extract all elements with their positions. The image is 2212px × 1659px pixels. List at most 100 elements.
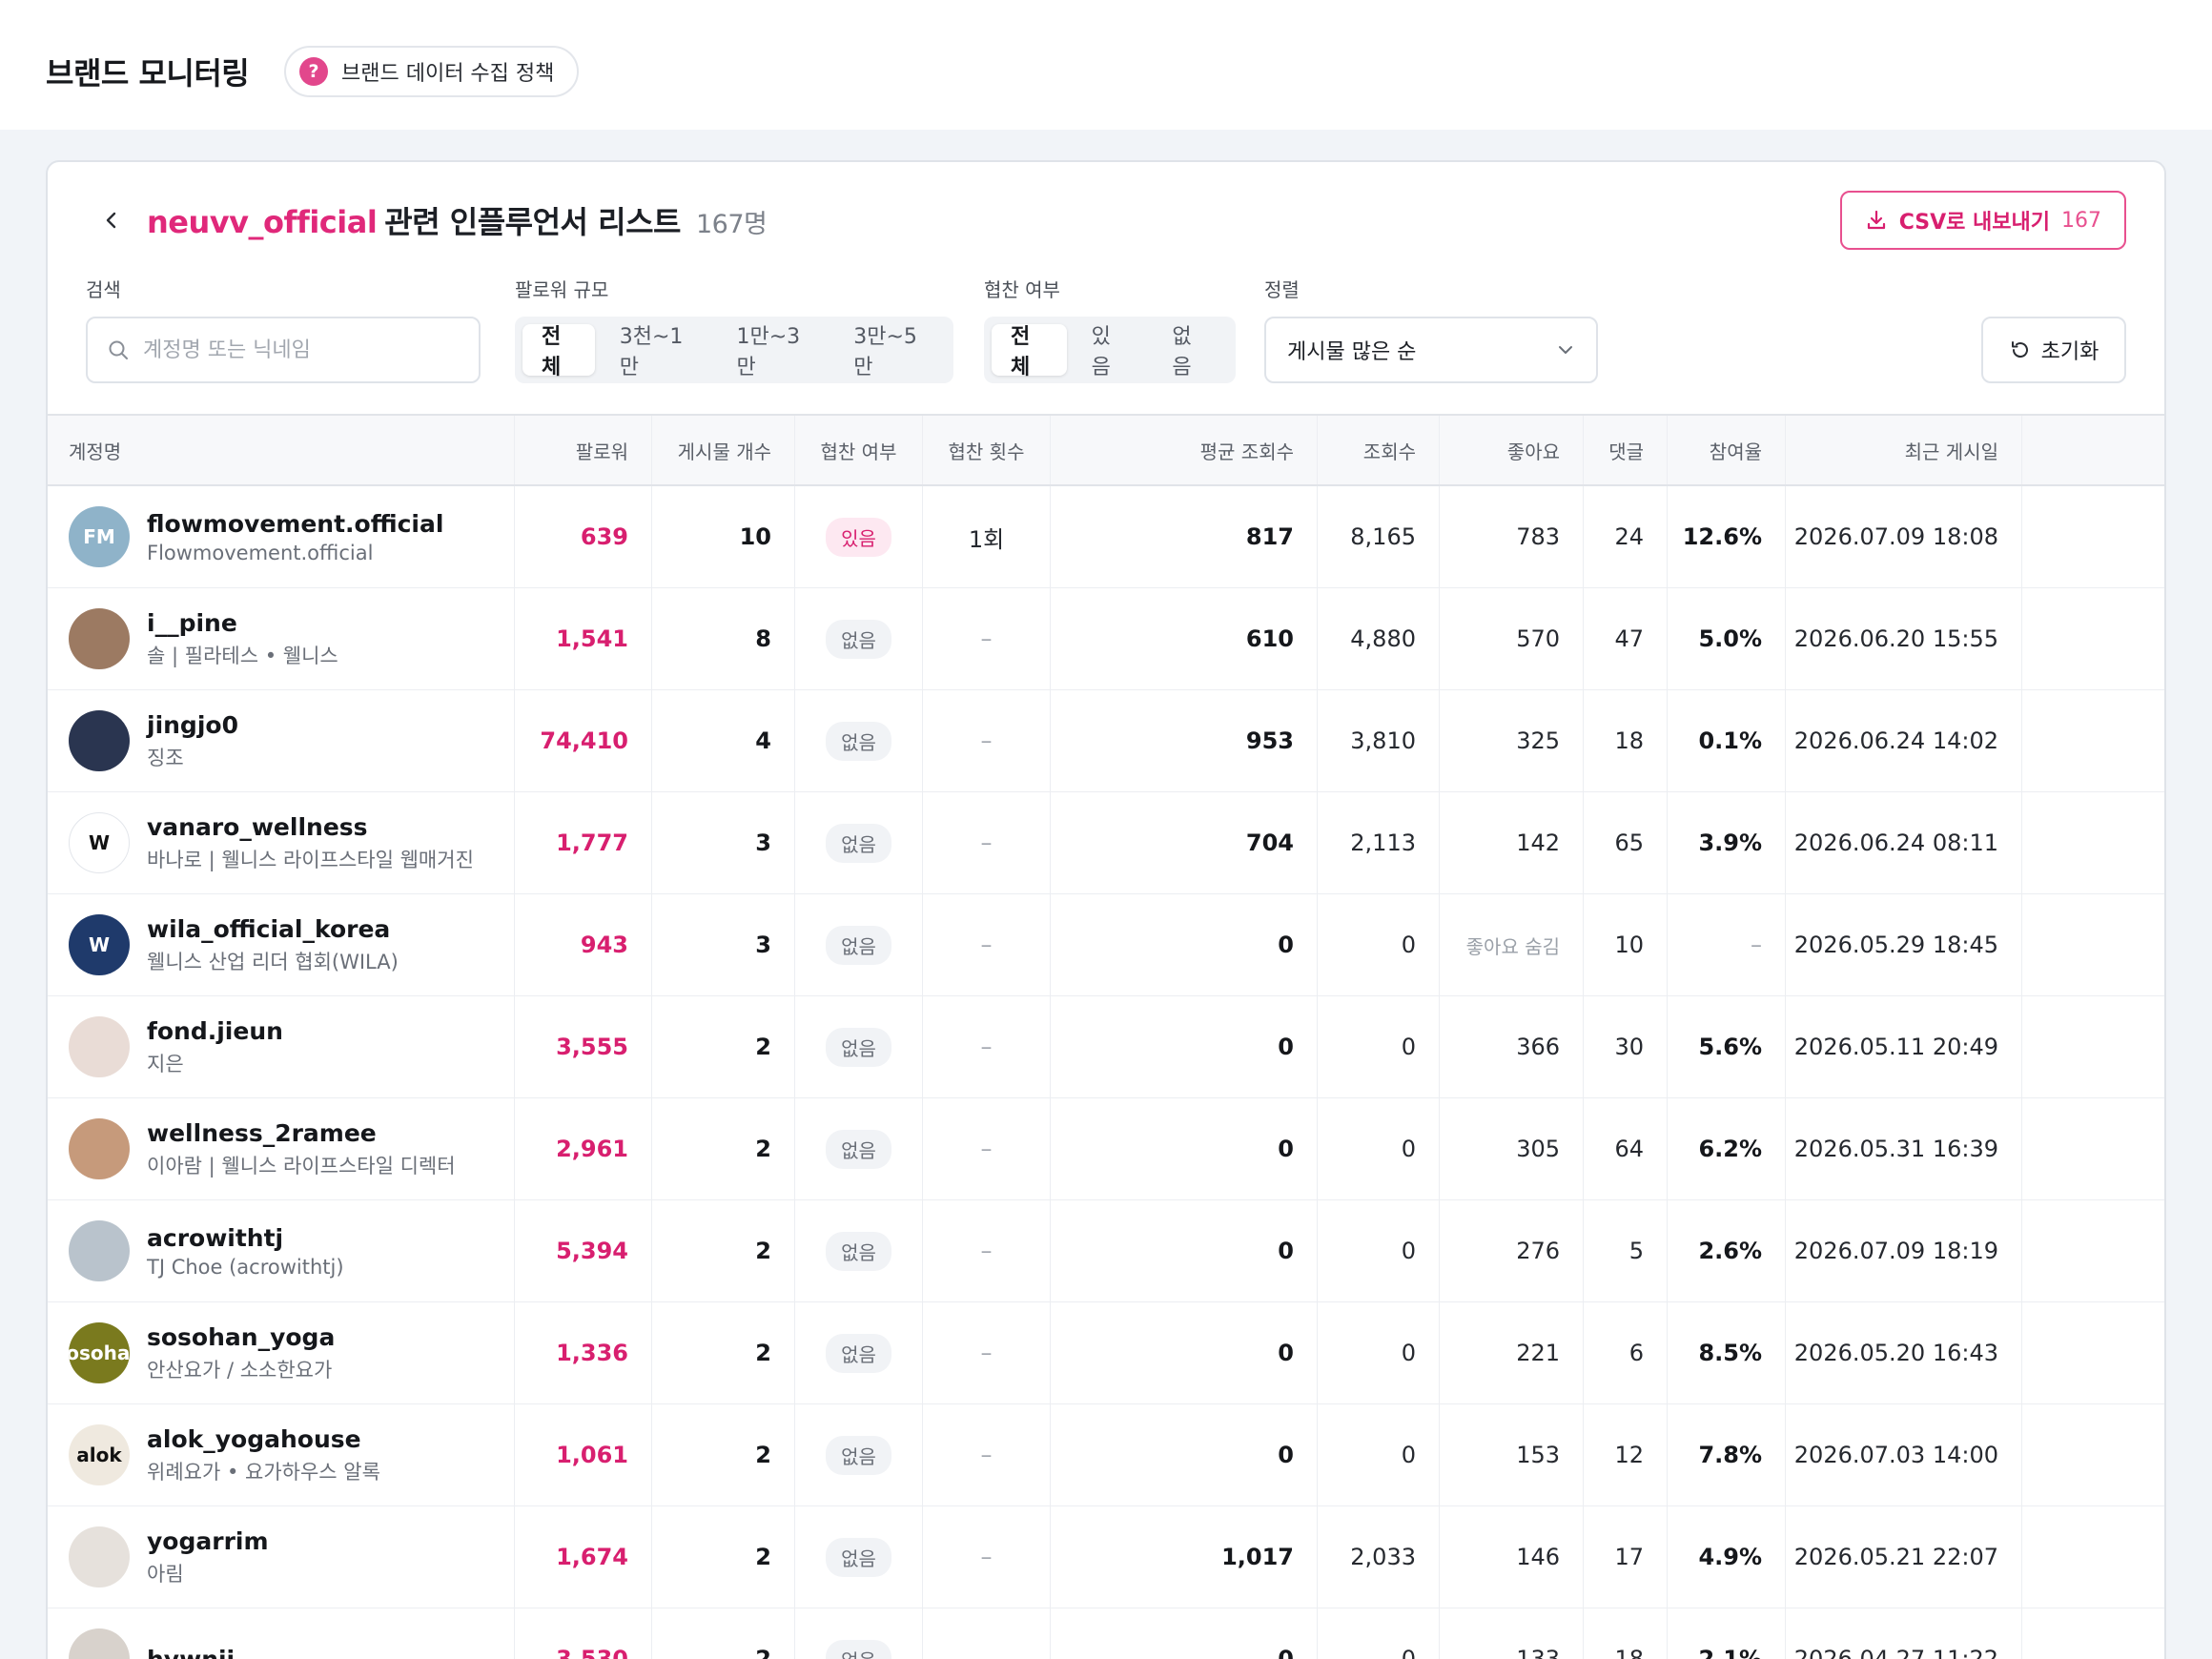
table-cell: 2026.06.20 15:55 xyxy=(1786,588,2022,689)
account-cell[interactable]: i__pine 솔 | 필라테스 • 웰니스 xyxy=(48,588,515,689)
table-row[interactable]: alok alok_yogahouse 위례요가 • 요가하우스 알록 1,061 2 없… xyxy=(48,1404,2164,1506)
table-body: FM flowmovement.official Flowmovement.offi… xyxy=(48,486,2164,1659)
table-row[interactable]: i__pine 솔 | 필라테스 • 웰니스 1,541 8 없음 – 610 4,880 57… xyxy=(48,588,2164,690)
table-row[interactable]: Wvanaro_wellness 바나로 | 웰니스 라이프스타일 웹매거진 1,7… xyxy=(48,792,2164,894)
back-chevron-icon[interactable] xyxy=(97,206,126,235)
account-handle[interactable]: jingjo0 xyxy=(147,711,238,739)
collab-option-no[interactable]: 없음 xyxy=(1153,324,1228,379)
table-cell: 6 xyxy=(1584,1302,1668,1403)
account-cell[interactable]: sosohan sosohan_yoga 안산요가 / 소소한요가 xyxy=(48,1302,515,1403)
views-value: 0 xyxy=(1401,1646,1416,1659)
table-row[interactable]: acrowithtj TJ Choe (acrowithtj) 5,394 2 없음 – 0… xyxy=(48,1200,2164,1302)
column-header-last-post[interactable]: 최근 게시일 xyxy=(1786,416,2022,484)
table-row[interactable]: sosohan sosohan_yoga 안산요가 / 소소한요가 1,336 2 없음 –… xyxy=(48,1302,2164,1404)
account-subtitle: 웰니스 산업 리더 협회(WILA) xyxy=(147,950,399,973)
account-cell[interactable]: FM flowmovement.official Flowmovement.offi… xyxy=(48,486,515,587)
last-post-value: 2026.05.29 18:45 xyxy=(1793,932,1998,958)
table-cell: 12 xyxy=(1584,1404,1668,1505)
account-cell[interactable]: fond.jieun 지은 xyxy=(48,996,515,1097)
column-header-avg-views[interactable]: 평균 조회수 xyxy=(1051,416,1318,484)
account-handle[interactable]: sosohan_yoga xyxy=(147,1323,335,1351)
account-cell[interactable]: alok alok_yogahouse 위례요가 • 요가하우스 알록 xyxy=(48,1404,515,1505)
views-value: 2,033 xyxy=(1350,1544,1416,1570)
likes-value: 366 xyxy=(1516,1034,1560,1060)
account-subtitle: 바나로 | 웰니스 라이프스타일 웹매거진 xyxy=(147,848,474,871)
table-cell: 0 xyxy=(1318,1098,1440,1199)
posts-value: 4 xyxy=(755,727,771,754)
table-cell: 8,165 xyxy=(1318,486,1440,587)
column-header-posts[interactable]: 게시물 개수 xyxy=(652,416,795,484)
table-cell: 5 xyxy=(1584,1200,1668,1301)
table-cell: 2026.07.03 14:00 xyxy=(1786,1404,2022,1505)
question-icon: ? xyxy=(299,57,328,86)
avatar xyxy=(69,608,130,669)
table-row[interactable]: yogarrim 아림 1,674 2 없음 – 1,017 2,033 146 17 4.9% 20… xyxy=(48,1506,2164,1608)
table-cell: 305 xyxy=(1440,1098,1584,1199)
follower-option-30k-50k[interactable]: 3만~5만 xyxy=(834,324,946,379)
data-policy-button[interactable]: ? 브랜드 데이터 수집 정책 xyxy=(284,46,580,97)
search-field[interactable] xyxy=(86,317,481,383)
column-header-engagement[interactable]: 참여율 xyxy=(1668,416,1786,484)
reset-icon xyxy=(2011,341,2028,358)
table-cell: 30 xyxy=(1584,996,1668,1097)
table-cell: 없음 xyxy=(795,1404,923,1505)
account-cell[interactable]: Wwila_official_korea 웰니스 산업 리더 협회(WILA) xyxy=(48,894,515,995)
table-cell: 1,336 xyxy=(515,1302,652,1403)
column-header-comments[interactable]: 댓글 xyxy=(1584,416,1668,484)
table-header: 계정명 팔로워 게시물 개수 협찬 여부 협찬 횟수 평균 조회수 조회수 좋아… xyxy=(48,414,2164,486)
table-cell: 없음 xyxy=(795,1098,923,1199)
table-cell: 153 xyxy=(1440,1404,1584,1505)
table-cell: 2.1% xyxy=(1668,1608,1786,1659)
account-cell[interactable]: Wvanaro_wellness 바나로 | 웰니스 라이프스타일 웹매거진 xyxy=(48,792,515,893)
account-handle[interactable]: alok_yogahouse xyxy=(147,1425,380,1453)
account-cell[interactable]: hywnii xyxy=(48,1608,515,1659)
account-handle[interactable]: acrowithtj xyxy=(147,1224,344,1252)
column-header-likes[interactable]: 좋아요 xyxy=(1440,416,1584,484)
follower-option-10k-30k[interactable]: 1만~3만 xyxy=(718,324,830,379)
account-cell[interactable]: jingjo0 징조 xyxy=(48,690,515,791)
account-cell[interactable]: wellness_2ramee 이아람 | 웰니스 라이프스타일 디렉터 xyxy=(48,1098,515,1199)
account-handle[interactable]: flowmovement.official xyxy=(147,510,443,538)
account-handle[interactable]: yogarrim xyxy=(147,1527,269,1555)
csv-export-button[interactable]: CSV로 내보내기 167 xyxy=(1839,191,2126,250)
account-handle[interactable]: wila_official_korea xyxy=(147,915,399,943)
views-value: 3,810 xyxy=(1350,727,1416,754)
table-cell: 1,061 xyxy=(515,1404,652,1505)
table-cell: 2026.06.24 14:02 xyxy=(1786,690,2022,791)
column-header-views[interactable]: 조회수 xyxy=(1318,416,1440,484)
account-cell[interactable]: acrowithtj TJ Choe (acrowithtj) xyxy=(48,1200,515,1301)
column-header-collab[interactable]: 협찬 여부 xyxy=(795,416,923,484)
table-cell: 없음 xyxy=(795,588,923,689)
column-header-followers[interactable]: 팔로워 xyxy=(515,416,652,484)
views-value: 2,113 xyxy=(1350,830,1416,856)
download-icon xyxy=(1867,210,1885,230)
search-input[interactable] xyxy=(143,338,448,362)
table-row[interactable]: Wwila_official_korea 웰니스 산업 리더 협회(WILA) 94… xyxy=(48,894,2164,996)
account-handle[interactable]: i__pine xyxy=(147,609,338,637)
collab-option-all[interactable]: 전체 xyxy=(992,324,1067,379)
follower-option-3k-10k[interactable]: 3천~1만 xyxy=(601,324,712,379)
column-header-collab-count[interactable]: 협찬 횟수 xyxy=(923,416,1051,484)
table-row[interactable]: FM flowmovement.official Flowmovement.offi… xyxy=(48,486,2164,588)
account-handle[interactable]: fond.jieun xyxy=(147,1017,283,1045)
collab-option-yes[interactable]: 있음 xyxy=(1073,324,1148,379)
table-row[interactable]: hywnii 3,530 2 없음 – 0 0 133 18 2.1% 2026.04.27 11:… xyxy=(48,1608,2164,1659)
table-row[interactable]: jingjo0 징조 74,410 4 없음 – 953 3,810 325 18 0.1% 2026… xyxy=(48,690,2164,792)
table-cell: – xyxy=(923,792,1051,893)
table-row[interactable]: fond.jieun 지은 3,555 2 없음 – 0 0 366 30 5.6% 2026.05.… xyxy=(48,996,2164,1098)
last-post-value: 2026.06.24 14:02 xyxy=(1793,727,1998,754)
account-handle[interactable]: vanaro_wellness xyxy=(147,813,474,841)
table-row[interactable]: wellness_2ramee 이아람 | 웰니스 라이프스타일 디렉터 2,961… xyxy=(48,1098,2164,1200)
reset-button[interactable]: 초기화 xyxy=(1981,317,2126,383)
sort-dropdown[interactable]: 게시물 많은 순 xyxy=(1264,317,1598,383)
column-header-account[interactable]: 계정명 xyxy=(48,416,515,484)
table-cell: – xyxy=(1668,894,1786,995)
account-cell[interactable]: yogarrim 아림 xyxy=(48,1506,515,1608)
table-cell: 12.6% xyxy=(1668,486,1786,587)
follower-option-all[interactable]: 전체 xyxy=(522,324,595,379)
account-handle[interactable]: wellness_2ramee xyxy=(147,1119,456,1147)
table-cell: 2,961 xyxy=(515,1098,652,1199)
avatar xyxy=(69,710,130,771)
account-subtitle: TJ Choe (acrowithtj) xyxy=(147,1255,344,1279)
account-handle[interactable]: hywnii xyxy=(147,1646,235,1659)
